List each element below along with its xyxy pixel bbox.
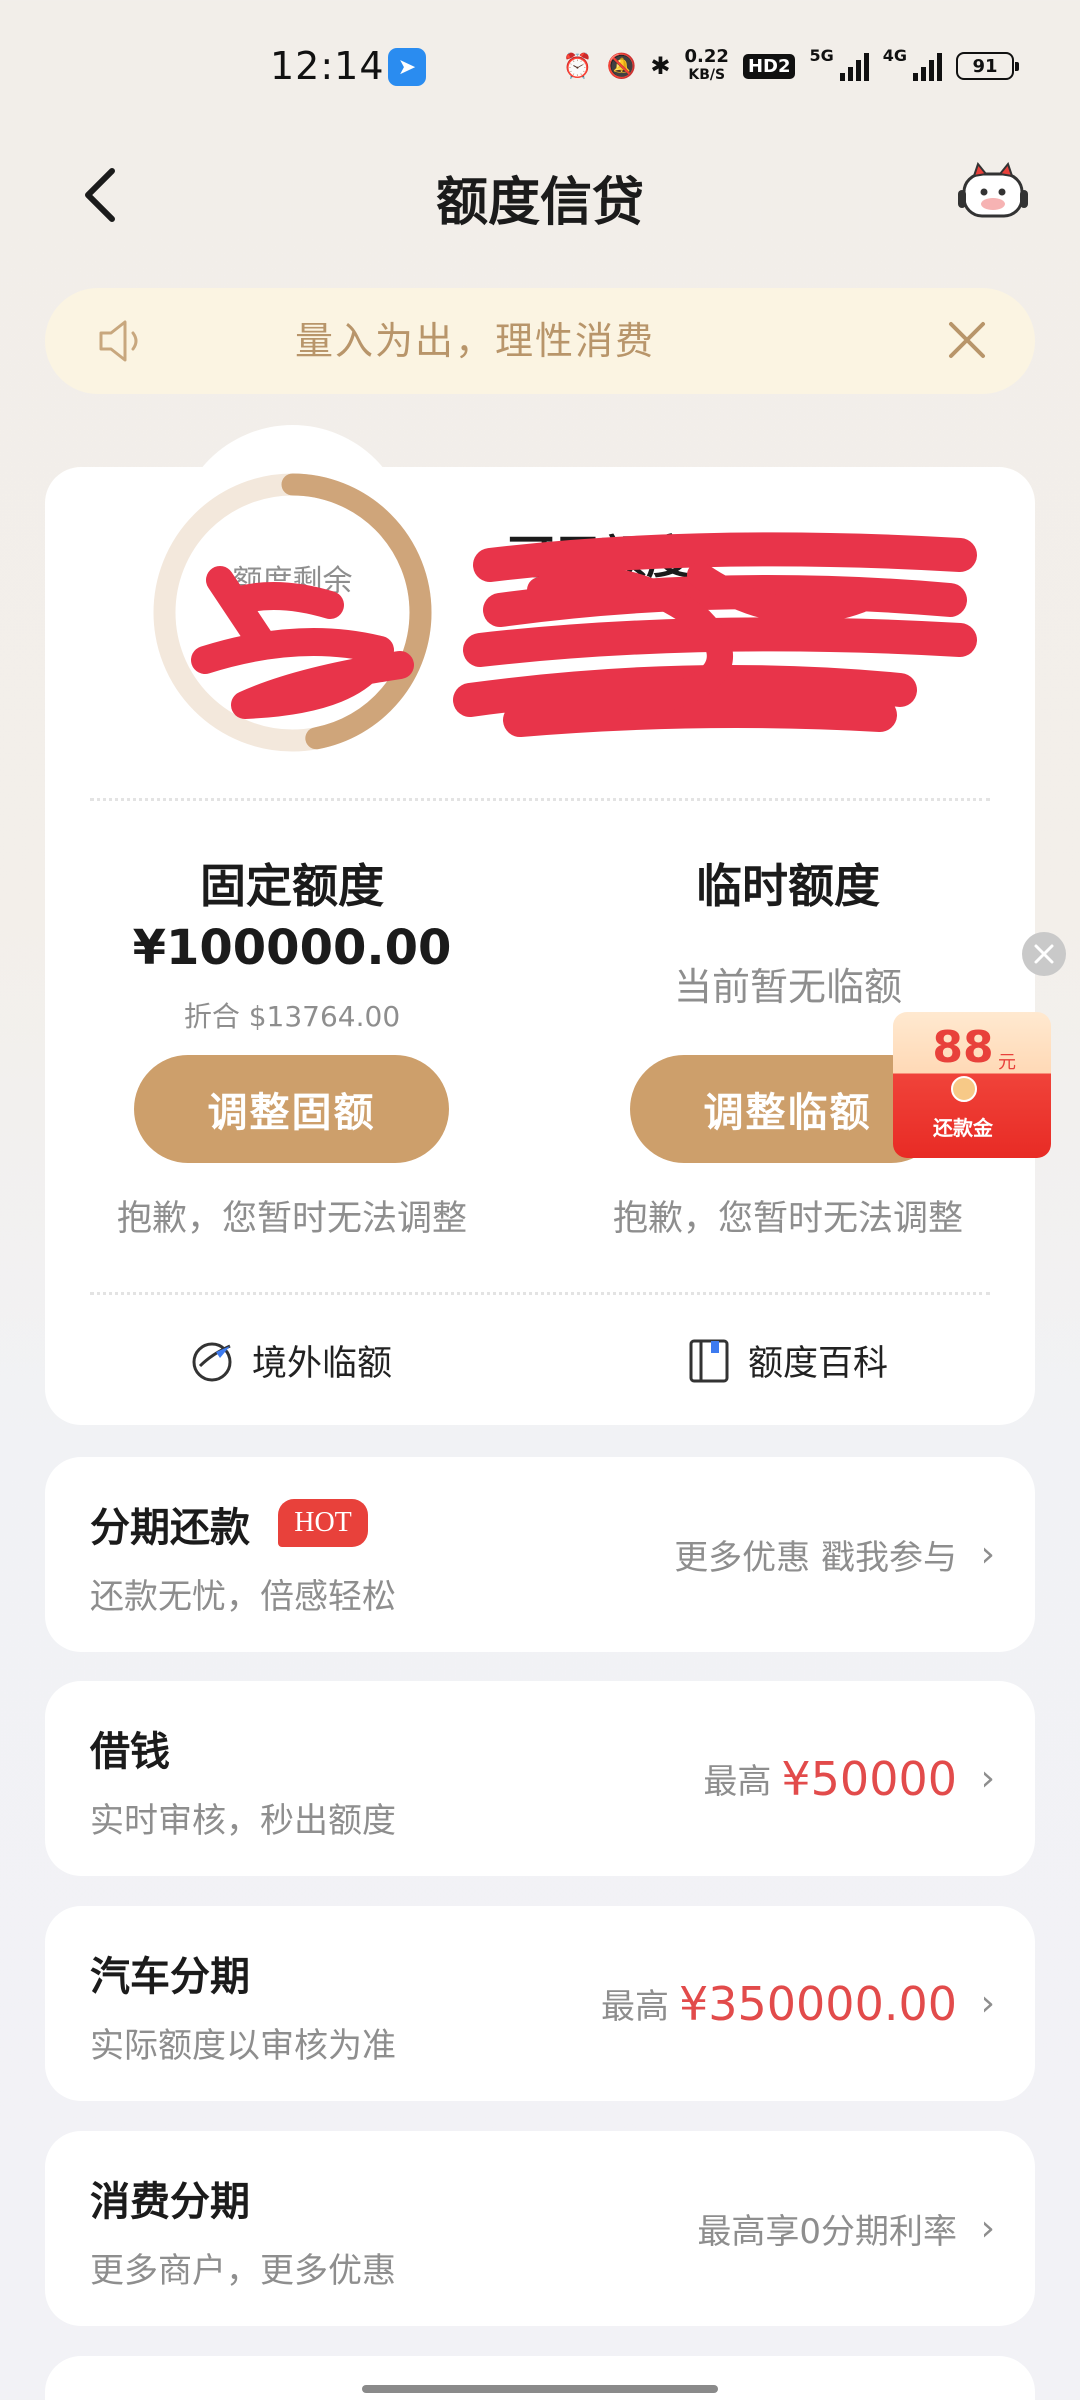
fixed-adjust-note: 抱歉，您暂时无法调整 (116, 1199, 467, 1239)
battery-icon: 91 (956, 52, 1019, 80)
product-promo: 更多优惠 戳我参与 (674, 1538, 957, 1578)
temp-quota-title: 临时额度 (696, 859, 880, 913)
overseas-temp-quota-link[interactable]: 境外临额 (190, 1335, 392, 1386)
page-title: 额度信贷 (435, 173, 644, 233)
hd-voice-icon: HD2 (742, 53, 796, 79)
hot-badge: HOT (278, 1499, 368, 1547)
temp-quota-status: 当前暂无临额 (673, 965, 902, 1009)
close-icon (1034, 944, 1054, 964)
fixed-quota-converted: 折合 $13764.00 (183, 1000, 401, 1033)
product-consumer-installment[interactable]: 消费分期 更多商户，更多优惠 最高享0分期利率 › (45, 2131, 1035, 2326)
net-4g-label: 4G (882, 46, 907, 65)
net-speed: 0.22 KB/S (684, 46, 729, 84)
product-subtitle: 实际额度以审核为准 (90, 2026, 396, 2066)
mascot-icon (958, 161, 1028, 218)
adjust-fixed-button[interactable]: 调整固额 (134, 1055, 449, 1163)
product-car-installment[interactable]: 汽车分期 实际额度以审核为准 最高 ¥350000.00 › (45, 1906, 1035, 2101)
notice-text: 量入为出，理性消费 (295, 319, 656, 363)
home-indicator[interactable] (362, 2385, 718, 2393)
chevron-right-icon: › (980, 1758, 995, 1799)
speaker-icon (99, 320, 138, 362)
bluetooth-icon: ✱ (650, 52, 671, 80)
status-bar: 12:14 ➤ ⏰ 🔕 ✱ 0.22 KB/S HD2 5G 4G 91 (0, 0, 1080, 140)
red-packet-close-button[interactable] (1022, 932, 1066, 976)
chevron-right-icon: › (980, 1534, 995, 1575)
fixed-quota-amount: ¥100000.00 (132, 920, 452, 976)
red-packet-label: 还款金 (933, 1116, 993, 1140)
divider (90, 798, 990, 801)
status-icons: ⏰ 🔕 ✱ 0.22 KB/S HD2 5G 4G 91 (562, 46, 1019, 86)
product-borrow[interactable]: 借钱 实时审核，秒出额度 最高 ¥50000 › (45, 1681, 1035, 1876)
status-time: 12:14 (270, 44, 385, 88)
product-subtitle: 更多商户，更多优惠 (90, 2251, 396, 2291)
divider (90, 1292, 990, 1295)
chevron-right-icon: › (980, 2208, 995, 2249)
fixed-quota-title: 固定额度 (200, 859, 384, 913)
product-max-amount: 最高 ¥350000.00 (600, 1976, 957, 2031)
signal-5g-icon (839, 51, 869, 81)
remaining-ring (153, 473, 432, 752)
red-packet-button[interactable]: 88 元 还款金 (893, 1012, 1051, 1158)
book-icon (689, 1339, 729, 1382)
temp-adjust-note: 抱歉，您暂时无法调整 (612, 1199, 963, 1239)
mute-icon: 🔕 (606, 52, 637, 80)
product-subtitle: 还款无忧，倍感轻松 (90, 1577, 396, 1617)
chevron-right-icon: › (980, 1983, 995, 2024)
red-packet-unit: 元 (998, 1052, 1016, 1073)
product-title: 分期还款 (90, 1505, 250, 1551)
globe-plane-icon (192, 1342, 232, 1381)
net-5g-label: 5G (809, 46, 834, 65)
ring-label: 额度剩余 (232, 564, 353, 599)
product-promo: 最高享0分期利率 (697, 2212, 957, 2252)
product-subtitle: 实时审核，秒出额度 (90, 1801, 396, 1841)
product-card-partial (45, 2356, 1035, 2400)
product-title: 汽车分期 (90, 1954, 250, 2000)
product-title: 消费分期 (90, 2179, 250, 2225)
alarm-icon: ⏰ (562, 52, 593, 80)
product-installment-repay[interactable]: 分期还款 HOT 还款无忧，倍感轻松 更多优惠 戳我参与 › (45, 1457, 1035, 1652)
available-quota-label: 可用额度 (508, 530, 692, 584)
mascot-button[interactable] (958, 160, 1028, 222)
coin-icon (951, 1076, 977, 1102)
product-max-amount: 最高 ¥50000 (703, 1751, 957, 1806)
close-icon (949, 322, 985, 358)
overseas-temp-quota-label: 境外临额 (252, 1344, 393, 1384)
notice-bar: 量入为出，理性消费 (45, 288, 1035, 394)
quota-encyclopedia-label: 额度百科 (748, 1344, 889, 1384)
signal-4g-icon (913, 51, 942, 81)
quota-encyclopedia-link[interactable]: 额度百科 (686, 1335, 888, 1386)
notice-close-button[interactable] (937, 310, 997, 370)
product-title: 借钱 (90, 1729, 170, 1775)
app-notification-icon: ➤ (388, 48, 426, 86)
